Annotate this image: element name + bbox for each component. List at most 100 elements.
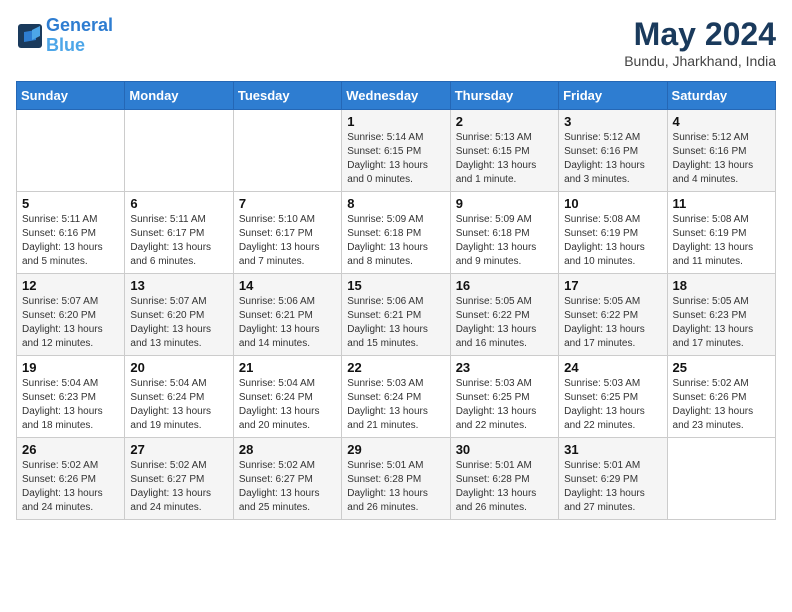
day-number: 6: [130, 196, 227, 211]
day-cell: 4 Sunrise: 5:12 AM Sunset: 6:16 PM Daylig…: [667, 110, 775, 192]
day-number: 9: [456, 196, 553, 211]
day-info: Sunrise: 5:04 AM Sunset: 6:24 PM Dayligh…: [130, 377, 227, 433]
day-info: Sunrise: 5:01 AM Sunset: 6:29 PM Dayligh…: [564, 459, 661, 515]
weekday-header-saturday: Saturday: [667, 82, 775, 110]
day-number: 30: [456, 442, 553, 457]
day-cell: 14 Sunrise: 5:06 AM Sunset: 6:21 PM Dayli…: [233, 274, 341, 356]
day-cell: 27Sunrise: 5:02 AM Sunset: 6:27 PM Dayli…: [125, 438, 233, 520]
day-info: Sunrise: 5:10 AM Sunset: 6:17 PM Dayligh…: [239, 213, 336, 269]
day-number: 11: [673, 196, 770, 211]
day-info: Sunrise: 5:04 AM Sunset: 6:24 PM Dayligh…: [239, 377, 336, 433]
day-info: Sunrise: 5:02 AM Sunset: 6:26 PM Dayligh…: [673, 377, 770, 433]
day-cell: [17, 110, 125, 192]
day-info: Sunrise: 5:02 AM Sunset: 6:26 PM Dayligh…: [22, 459, 119, 515]
logo-text: GeneralBlue: [46, 16, 113, 56]
day-cell: 1Sunrise: 5:14 AM Sunset: 6:15 PM Daylig…: [342, 110, 450, 192]
day-cell: 28Sunrise: 5:02 AM Sunset: 6:27 PM Dayli…: [233, 438, 341, 520]
day-cell: 16 Sunrise: 5:05 AM Sunset: 6:22 PM Dayli…: [450, 274, 558, 356]
day-cell: [125, 110, 233, 192]
day-number: 22: [347, 360, 444, 375]
day-info: Sunrise: 5:12 AM Sunset: 6:16 PM Dayligh…: [673, 131, 770, 187]
logo: GeneralBlue: [16, 16, 113, 56]
weekday-header-sunday: Sunday: [17, 82, 125, 110]
day-number: 16: [456, 278, 553, 293]
location: Bundu, Jharkhand, India: [624, 53, 776, 69]
page-header: GeneralBlue May 2024 Bundu, Jharkhand, I…: [16, 16, 776, 69]
day-number: 25: [673, 360, 770, 375]
day-cell: 9 Sunrise: 5:09 AM Sunset: 6:18 PM Daylig…: [450, 192, 558, 274]
day-number: 3: [564, 114, 661, 129]
day-cell: 26 Sunrise: 5:02 AM Sunset: 6:26 PM Dayli…: [17, 438, 125, 520]
weekday-header-row: SundayMondayTuesdayWednesdayThursdayFrid…: [17, 82, 776, 110]
day-info: Sunrise: 5:03 AM Sunset: 6:25 PM Dayligh…: [456, 377, 553, 433]
day-info: Sunrise: 5:06 AM Sunset: 6:21 PM Dayligh…: [239, 295, 336, 351]
day-cell: 21 Sunrise: 5:04 AM Sunset: 6:24 PM Dayli…: [233, 356, 341, 438]
day-number: 13: [130, 278, 227, 293]
day-number: 10: [564, 196, 661, 211]
month-title: May 2024: [624, 16, 776, 53]
day-cell: 13 Sunrise: 5:07 AM Sunset: 6:20 PM Dayli…: [125, 274, 233, 356]
day-info: Sunrise: 5:07 AM Sunset: 6:20 PM Dayligh…: [22, 295, 119, 351]
day-info: Sunrise: 5:04 AM Sunset: 6:23 PM Dayligh…: [22, 377, 119, 433]
day-number: 5: [22, 196, 119, 211]
day-number: 26: [22, 442, 119, 457]
day-number: 8: [347, 196, 444, 211]
week-row-1: 1Sunrise: 5:14 AM Sunset: 6:15 PM Daylig…: [17, 110, 776, 192]
logo-icon: [16, 22, 44, 50]
day-number: 20: [130, 360, 227, 375]
day-number: 21: [239, 360, 336, 375]
day-info: Sunrise: 5:08 AM Sunset: 6:19 PM Dayligh…: [564, 213, 661, 269]
day-number: 29: [347, 442, 444, 457]
day-info: Sunrise: 5:03 AM Sunset: 6:24 PM Dayligh…: [347, 377, 444, 433]
weekday-header-tuesday: Tuesday: [233, 82, 341, 110]
day-cell: 17Sunrise: 5:05 AM Sunset: 6:22 PM Dayli…: [559, 274, 667, 356]
day-number: 28: [239, 442, 336, 457]
day-cell: 20 Sunrise: 5:04 AM Sunset: 6:24 PM Dayli…: [125, 356, 233, 438]
day-info: Sunrise: 5:02 AM Sunset: 6:27 PM Dayligh…: [130, 459, 227, 515]
day-number: 4: [673, 114, 770, 129]
day-info: Sunrise: 5:13 AM Sunset: 6:15 PM Dayligh…: [456, 131, 553, 187]
week-row-2: 5 Sunrise: 5:11 AM Sunset: 6:16 PM Daylig…: [17, 192, 776, 274]
day-number: 23: [456, 360, 553, 375]
day-cell: 24 Sunrise: 5:03 AM Sunset: 6:25 PM Dayli…: [559, 356, 667, 438]
day-info: Sunrise: 5:05 AM Sunset: 6:22 PM Dayligh…: [564, 295, 661, 351]
day-info: Sunrise: 5:01 AM Sunset: 6:28 PM Dayligh…: [347, 459, 444, 515]
day-number: 18: [673, 278, 770, 293]
day-number: 15: [347, 278, 444, 293]
day-info: Sunrise: 5:06 AM Sunset: 6:21 PM Dayligh…: [347, 295, 444, 351]
day-number: 24: [564, 360, 661, 375]
day-info: Sunrise: 5:14 AM Sunset: 6:15 PM Dayligh…: [347, 131, 444, 187]
day-cell: 12Sunrise: 5:07 AM Sunset: 6:20 PM Dayli…: [17, 274, 125, 356]
day-number: 7: [239, 196, 336, 211]
day-info: Sunrise: 5:09 AM Sunset: 6:18 PM Dayligh…: [456, 213, 553, 269]
day-info: Sunrise: 5:12 AM Sunset: 6:16 PM Dayligh…: [564, 131, 661, 187]
title-block: May 2024 Bundu, Jharkhand, India: [624, 16, 776, 69]
day-cell: [233, 110, 341, 192]
day-number: 14: [239, 278, 336, 293]
day-cell: 25 Sunrise: 5:02 AM Sunset: 6:26 PM Dayli…: [667, 356, 775, 438]
day-number: 31: [564, 442, 661, 457]
day-cell: 18 Sunrise: 5:05 AM Sunset: 6:23 PM Dayli…: [667, 274, 775, 356]
day-info: Sunrise: 5:08 AM Sunset: 6:19 PM Dayligh…: [673, 213, 770, 269]
day-cell: 11 Sunrise: 5:08 AM Sunset: 6:19 PM Dayli…: [667, 192, 775, 274]
weekday-header-thursday: Thursday: [450, 82, 558, 110]
week-row-3: 12Sunrise: 5:07 AM Sunset: 6:20 PM Dayli…: [17, 274, 776, 356]
day-info: Sunrise: 5:11 AM Sunset: 6:17 PM Dayligh…: [130, 213, 227, 269]
week-row-5: 26 Sunrise: 5:02 AM Sunset: 6:26 PM Dayli…: [17, 438, 776, 520]
day-info: Sunrise: 5:11 AM Sunset: 6:16 PM Dayligh…: [22, 213, 119, 269]
day-info: Sunrise: 5:05 AM Sunset: 6:22 PM Dayligh…: [456, 295, 553, 351]
day-info: Sunrise: 5:05 AM Sunset: 6:23 PM Dayligh…: [673, 295, 770, 351]
day-cell: 2 Sunrise: 5:13 AM Sunset: 6:15 PM Daylig…: [450, 110, 558, 192]
day-cell: 22 Sunrise: 5:03 AM Sunset: 6:24 PM Dayli…: [342, 356, 450, 438]
day-cell: 8Sunrise: 5:09 AM Sunset: 6:18 PM Daylig…: [342, 192, 450, 274]
day-number: 19: [22, 360, 119, 375]
weekday-header-monday: Monday: [125, 82, 233, 110]
day-info: Sunrise: 5:07 AM Sunset: 6:20 PM Dayligh…: [130, 295, 227, 351]
weekday-header-wednesday: Wednesday: [342, 82, 450, 110]
day-info: Sunrise: 5:01 AM Sunset: 6:28 PM Dayligh…: [456, 459, 553, 515]
day-number: 2: [456, 114, 553, 129]
day-cell: 30 Sunrise: 5:01 AM Sunset: 6:28 PM Dayli…: [450, 438, 558, 520]
week-row-4: 19 Sunrise: 5:04 AM Sunset: 6:23 PM Dayli…: [17, 356, 776, 438]
day-cell: 29 Sunrise: 5:01 AM Sunset: 6:28 PM Dayli…: [342, 438, 450, 520]
day-info: Sunrise: 5:03 AM Sunset: 6:25 PM Dayligh…: [564, 377, 661, 433]
